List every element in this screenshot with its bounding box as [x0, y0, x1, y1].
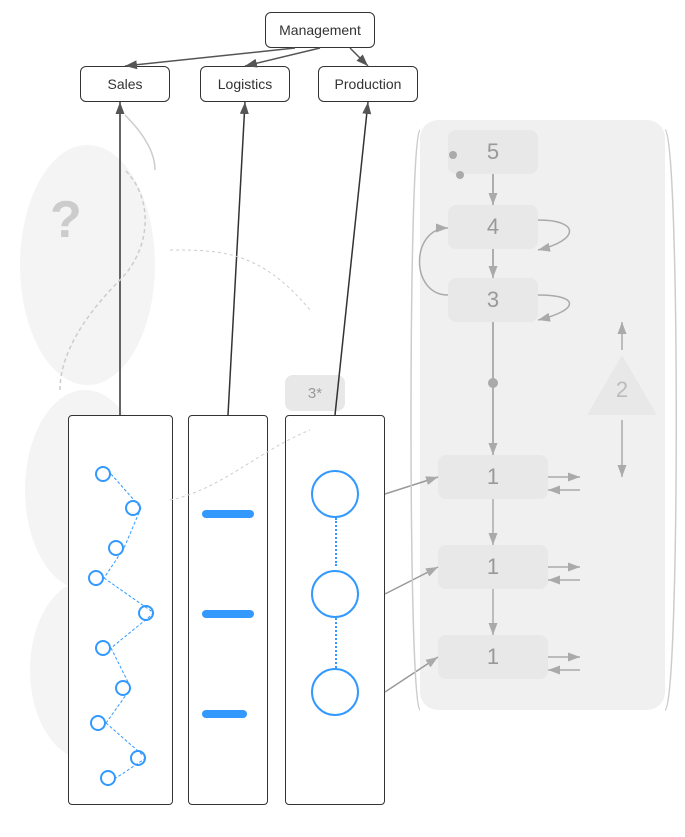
- small-circle-3: [108, 540, 124, 556]
- small-circle-1: [95, 466, 111, 482]
- small-circle-8: [90, 715, 106, 731]
- num1a-label: 1: [487, 464, 499, 490]
- num3star-label: 3*: [308, 385, 322, 402]
- small-circle-4: [88, 570, 104, 586]
- box-1c: 1: [438, 635, 548, 679]
- logistics-box: Logistics: [200, 66, 290, 102]
- dotted-line-1: [335, 518, 337, 566]
- question-mark: ?: [50, 190, 82, 250]
- small-circle-7: [115, 680, 131, 696]
- num1b-label: 1: [487, 554, 499, 580]
- blue-bar-1: [202, 510, 254, 518]
- management-label: Management: [279, 22, 361, 38]
- lane-sales: [68, 415, 173, 805]
- sales-box: Sales: [80, 66, 170, 102]
- box-5: 5: [448, 130, 538, 174]
- small-circle-9: [130, 750, 146, 766]
- box-1b: 1: [438, 545, 548, 589]
- blue-bar-2: [202, 610, 254, 618]
- triangle-box-2: 2: [582, 350, 662, 420]
- blue-circle-2: [311, 570, 359, 618]
- management-box: Management: [265, 12, 375, 48]
- small-circle-2: [125, 500, 141, 516]
- num3-label: 3: [487, 287, 499, 313]
- num5-label: 5: [487, 139, 499, 165]
- blue-circle-3: [311, 668, 359, 716]
- box-4: 4: [448, 205, 538, 249]
- blue-bar-3: [202, 710, 247, 718]
- small-circle-5: [138, 605, 154, 621]
- diagram-container: ? Management Sales Logistics Production …: [0, 0, 685, 837]
- production-box: Production: [318, 66, 418, 102]
- production-label: Production: [335, 76, 402, 92]
- dotted-line-2: [335, 618, 337, 668]
- box-3: 3: [448, 278, 538, 322]
- label-3star: 3*: [285, 375, 345, 411]
- box-1a: 1: [438, 455, 548, 499]
- small-circle-6: [95, 640, 111, 656]
- blue-circle-1: [311, 470, 359, 518]
- small-circle-10: [100, 770, 116, 786]
- num4-label: 4: [487, 214, 499, 240]
- sales-label: Sales: [107, 76, 142, 92]
- logistics-label: Logistics: [218, 76, 272, 92]
- left-oval-1: [20, 145, 155, 385]
- num2-label: 2: [616, 367, 628, 403]
- num1c-label: 1: [487, 644, 499, 670]
